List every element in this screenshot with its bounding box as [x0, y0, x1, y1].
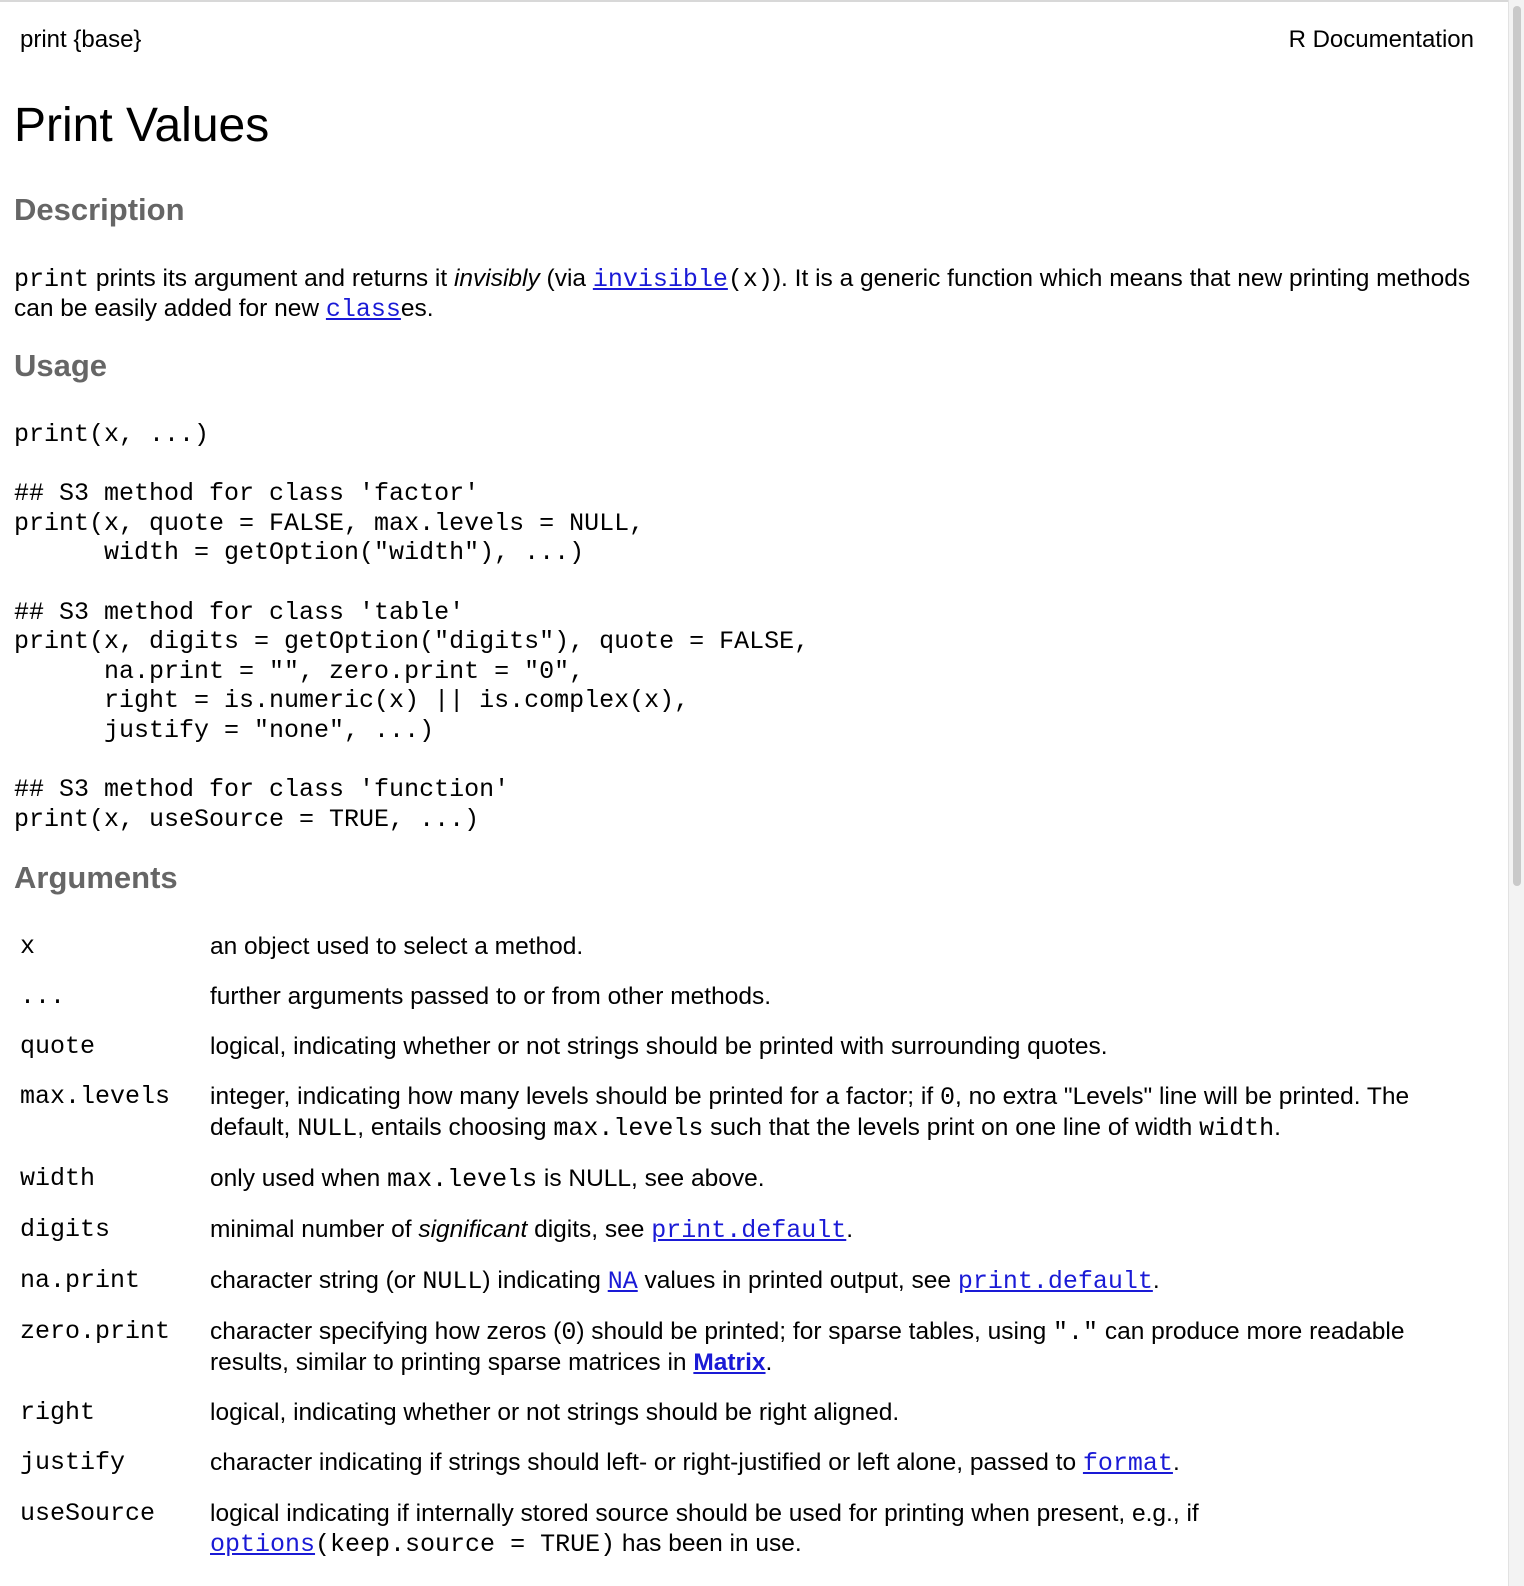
arg-row-dots: ... further arguments passed to or from … [14, 982, 1494, 1032]
arg-row-width: width only used when max.levels is NULL,… [14, 1164, 1494, 1215]
arg-name: useSource [20, 1499, 156, 1528]
arg-description: logical indicating if internally stored … [210, 1500, 1199, 1559]
arg-row-digits: digits minimal number of significant dig… [14, 1215, 1494, 1266]
documentation-label: R Documentation [1288, 26, 1474, 53]
arg-name: right [20, 1398, 96, 1427]
arg-name: x [20, 932, 36, 961]
arg-description: character indicating if strings should l… [210, 1449, 1180, 1478]
arguments-table: x an object used to select a method. ...… [14, 932, 1494, 1560]
vertical-scrollbar[interactable] [1508, 0, 1524, 1586]
arg-description: logical, indicating whether or not strin… [210, 1033, 1108, 1060]
arg-name: ... [20, 982, 66, 1011]
arguments-heading: Arguments [14, 860, 178, 895]
arg-name: na.print [20, 1266, 141, 1295]
emphasis-invisibly: invisibly [453, 265, 540, 292]
usage-heading: Usage [14, 348, 108, 383]
arg-row-use-source: useSource logical indicating if internal… [14, 1499, 1494, 1560]
arg-row-max-levels: max.levels integer, indicating how many … [14, 1082, 1494, 1164]
arg-row-zero-print: zero.print character specifying how zero… [14, 1317, 1494, 1398]
package-label: print {base} [20, 26, 142, 53]
arg-name: zero.print [20, 1317, 171, 1346]
page-title: Print Values [14, 99, 270, 152]
usage-code-block: print(x, ...) ## S3 method for class 'fa… [14, 420, 810, 834]
arg-name: max.levels [20, 1082, 171, 1111]
arg-description: integer, indicating how many levels shou… [210, 1083, 1410, 1143]
arg-row-justify: justify character indicating if strings … [14, 1448, 1494, 1499]
help-page: print {base} R Documentation Print Value… [0, 0, 1508, 1586]
link-na[interactable]: NA [608, 1267, 638, 1296]
arg-description: logical, indicating whether or not strin… [210, 1399, 900, 1426]
arg-description: further arguments passed to or from othe… [210, 983, 772, 1010]
link-print-default[interactable]: print.default [651, 1216, 846, 1245]
arg-row-right: right logical, indicating whether or not… [14, 1398, 1494, 1448]
link-print-default[interactable]: print.default [958, 1267, 1153, 1296]
scrollbar-thumb[interactable] [1513, 6, 1521, 886]
arg-row-na-print: na.print character string (or NULL) indi… [14, 1266, 1494, 1317]
arg-description: minimal number of significant digits, se… [210, 1216, 854, 1245]
arg-name: width [20, 1164, 96, 1193]
arg-row-quote: quote logical, indicating whether or not… [14, 1032, 1494, 1082]
arg-description: an object used to select a method. [210, 933, 584, 960]
link-matrix[interactable]: Matrix [693, 1349, 765, 1376]
link-invisible[interactable]: invisible [593, 265, 728, 294]
arg-name: justify [20, 1448, 126, 1477]
description-heading: Description [14, 192, 185, 227]
arg-description: character specifying how zeros (0) shoul… [210, 1318, 1405, 1376]
arg-description: character string (or NULL) indicating NA… [210, 1267, 1160, 1296]
arg-name: digits [20, 1215, 111, 1244]
arg-description: only used when max.levels is NULL, see a… [210, 1165, 765, 1194]
link-format[interactable]: format [1083, 1449, 1173, 1478]
code-print: print [14, 265, 90, 294]
arg-name: quote [20, 1032, 96, 1061]
link-class[interactable]: class [326, 295, 401, 324]
description-text: print prints its argument and returns it… [14, 265, 1471, 324]
arg-row-x: x an object used to select a method. [14, 932, 1494, 982]
link-options[interactable]: options [210, 1530, 315, 1559]
